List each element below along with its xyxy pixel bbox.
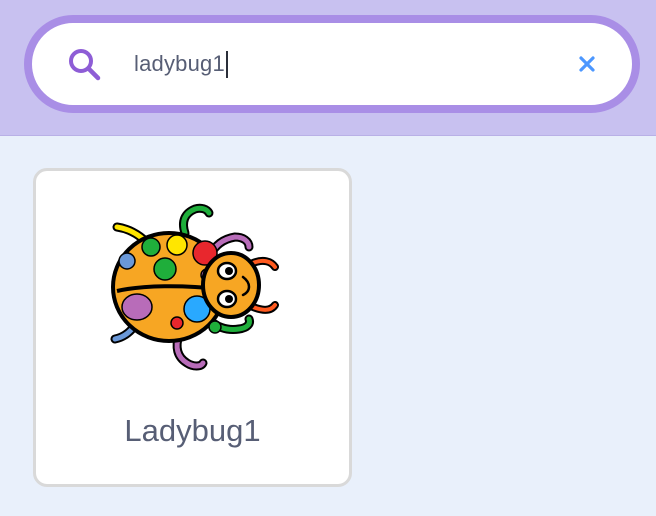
close-icon [579,56,595,72]
text-caret [225,50,228,78]
search-icon [69,49,101,81]
library-item-label: Ladybug1 [124,413,261,448]
clear-search-button[interactable] [575,52,599,76]
search-bar[interactable]: ladybug1 [24,15,640,113]
sprite-library-grid: Ladybug1 [0,136,656,516]
library-item-ladybug1[interactable]: Ladybug1 [33,168,352,487]
search-input-value: ladybug1 [134,51,225,76]
library-header: ladybug1 [0,0,656,136]
search-input[interactable]: ladybug1 [134,44,575,84]
ladybug-sprite [110,203,279,371]
